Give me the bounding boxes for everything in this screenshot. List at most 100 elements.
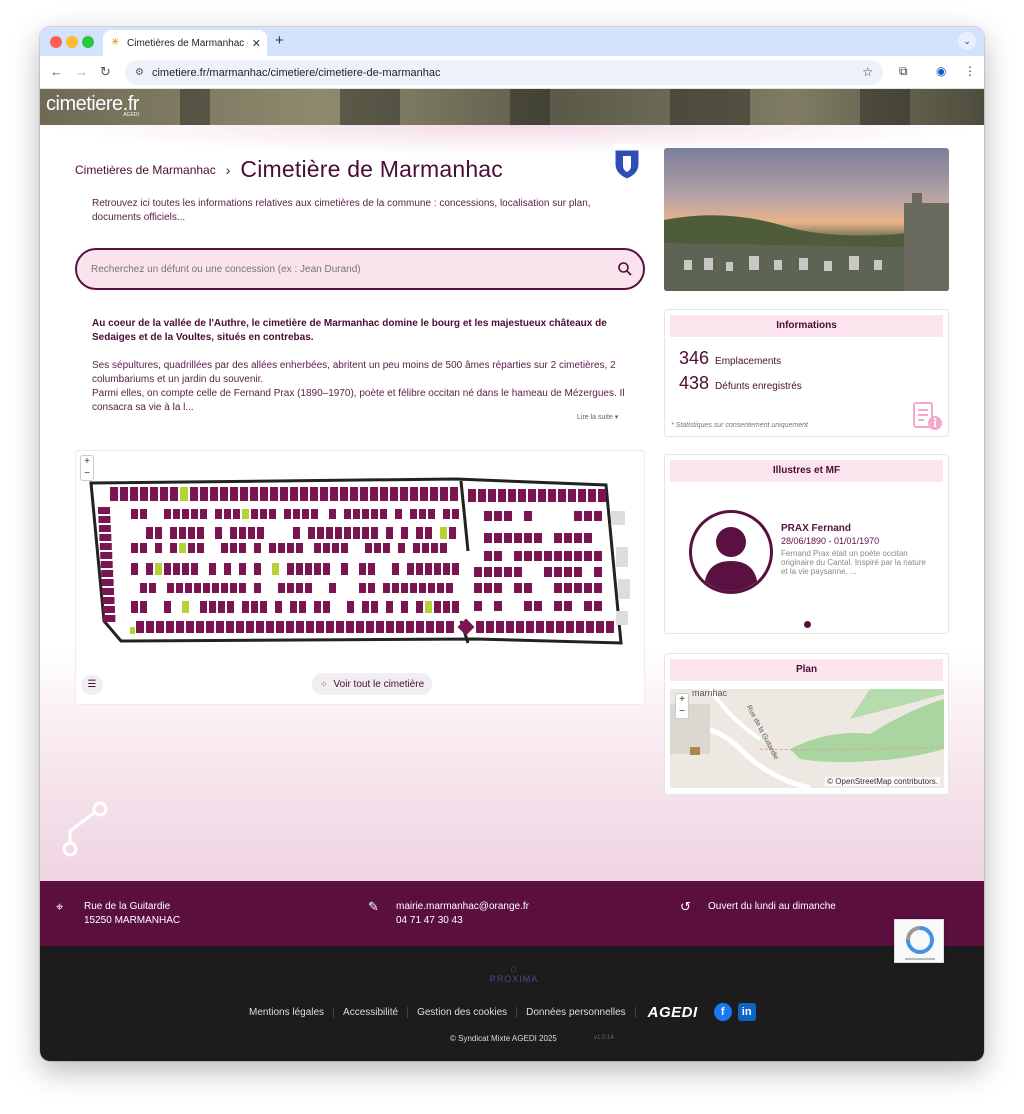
grave-plot[interactable] <box>179 527 186 539</box>
grave-plot[interactable] <box>290 487 298 501</box>
grave-plot[interactable] <box>191 509 198 519</box>
grave-plot[interactable] <box>275 601 282 613</box>
carousel-dot[interactable] <box>804 621 811 628</box>
grave-plot[interactable] <box>353 509 360 519</box>
grave-plot[interactable] <box>226 621 234 633</box>
grave-plot[interactable] <box>574 551 582 561</box>
cookie-settings-link[interactable]: Gestion des cookies <box>408 1006 518 1018</box>
grave-plot[interactable] <box>534 533 542 543</box>
grave-plot[interactable] <box>103 615 116 622</box>
grave-plot[interactable] <box>305 563 312 575</box>
illustrious-person[interactable]: PRAX Fernand 28/06/1890 - 01/01/1970 Fer… <box>781 523 931 576</box>
grave-plot[interactable] <box>594 511 602 521</box>
footer-phone[interactable]: 04 71 47 30 43 <box>396 915 463 926</box>
grave-plot[interactable] <box>100 561 113 568</box>
grave-plot[interactable] <box>534 551 542 561</box>
grave-plot[interactable] <box>242 601 249 613</box>
grave-plot[interactable] <box>130 627 135 634</box>
grave-plot[interactable] <box>248 527 255 539</box>
grave-plot[interactable] <box>366 621 374 633</box>
search-input[interactable] <box>91 263 611 275</box>
grave-plot[interactable] <box>182 563 189 575</box>
grave-plot[interactable] <box>474 601 482 611</box>
grave-plot[interactable] <box>180 487 188 501</box>
facebook-icon[interactable]: f <box>713 1003 732 1021</box>
grave-plot[interactable] <box>140 509 147 519</box>
grave-plot[interactable] <box>314 543 321 553</box>
grave-plot[interactable] <box>164 563 171 575</box>
grave-plot[interactable] <box>468 489 476 502</box>
grave-plot[interactable] <box>449 527 456 539</box>
grave-plot[interactable] <box>564 551 572 561</box>
grave-plot[interactable] <box>182 509 189 519</box>
read-more-link[interactable]: Lire la suite ▾ <box>577 413 618 421</box>
tab-search-chevron-icon[interactable]: ⌄ <box>958 32 976 50</box>
grave-plot[interactable] <box>239 527 246 539</box>
grave-plot[interactable] <box>323 543 330 553</box>
legal-notice-link[interactable]: Mentions légales <box>249 1006 335 1018</box>
grave-plot[interactable] <box>452 509 459 519</box>
grave-plot[interactable] <box>150 487 158 501</box>
grave-plot[interactable] <box>574 583 582 593</box>
grave-plot[interactable] <box>419 583 426 593</box>
grave-plot[interactable] <box>428 583 435 593</box>
grave-plot[interactable] <box>488 489 496 502</box>
grave-plot[interactable] <box>392 563 399 575</box>
grave-plot[interactable] <box>419 509 426 519</box>
grave-plot[interactable] <box>190 487 198 501</box>
grave-plot[interactable] <box>146 621 154 633</box>
grave-plot[interactable] <box>156 621 164 633</box>
grave-plot[interactable] <box>186 621 194 633</box>
grave-plot[interactable] <box>130 487 138 501</box>
grave-plot[interactable] <box>410 509 417 519</box>
grave-plot[interactable] <box>293 527 300 539</box>
grave-plot[interactable] <box>300 487 308 501</box>
grave-plot[interactable] <box>166 621 174 633</box>
grave-plot[interactable] <box>140 601 147 613</box>
grave-plot[interactable] <box>344 527 351 539</box>
grave-plot[interactable] <box>173 563 180 575</box>
grave-plot[interactable] <box>584 511 592 521</box>
grave-plot[interactable] <box>360 487 368 501</box>
grave-plot[interactable] <box>260 487 268 501</box>
grave-plot[interactable] <box>392 583 399 593</box>
grave-plot[interactable] <box>484 533 492 543</box>
grave-plot[interactable] <box>554 601 562 611</box>
grave-plot[interactable] <box>596 621 604 633</box>
grave-plot[interactable] <box>436 621 444 633</box>
grave-plot[interactable] <box>182 601 189 613</box>
grave-plot[interactable] <box>538 489 546 502</box>
grave-plot[interactable] <box>206 621 214 633</box>
grave-plot[interactable] <box>164 509 171 519</box>
grave-plot[interactable] <box>484 511 492 521</box>
new-tab-icon[interactable]: + <box>275 32 284 49</box>
grave-plot[interactable] <box>416 601 423 613</box>
grave-plot[interactable] <box>434 563 441 575</box>
grave-plot[interactable] <box>359 563 366 575</box>
grave-plot[interactable] <box>362 601 369 613</box>
grave-plot[interactable] <box>296 563 303 575</box>
grave-plot[interactable] <box>314 563 321 575</box>
grave-plot[interactable] <box>346 621 354 633</box>
grave-plot[interactable] <box>221 583 228 593</box>
grave-plot[interactable] <box>359 583 366 593</box>
grave-plot[interactable] <box>594 601 602 611</box>
grave-plot[interactable] <box>514 533 522 543</box>
grave-plot[interactable] <box>564 583 572 593</box>
grave-plot[interactable] <box>556 621 564 633</box>
grave-plot[interactable] <box>564 533 572 543</box>
grave-plot[interactable] <box>140 583 147 593</box>
grave-plot[interactable] <box>524 601 532 611</box>
grave-plot[interactable] <box>314 601 321 613</box>
map-attribution[interactable]: © OpenStreetMap contributors. <box>825 777 940 786</box>
grave-plot[interactable] <box>390 487 398 501</box>
grave-plot[interactable] <box>296 543 303 553</box>
grave-plot[interactable] <box>425 527 432 539</box>
grave-plot[interactable] <box>504 567 512 577</box>
grave-plot[interactable] <box>534 601 542 611</box>
view-all-cemetery-button[interactable]: ⁘ Voir tout le cimetière <box>312 673 433 695</box>
grave-plot[interactable] <box>167 583 174 593</box>
grave-plot[interactable] <box>422 543 429 553</box>
grave-plot[interactable] <box>341 543 348 553</box>
grave-plot[interactable] <box>176 621 184 633</box>
